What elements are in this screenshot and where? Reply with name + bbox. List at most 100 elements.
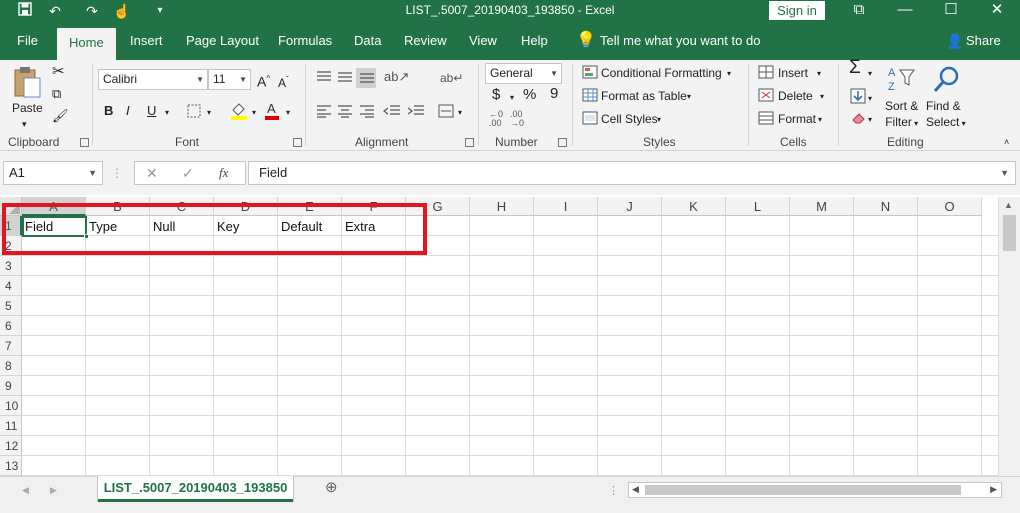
tab-splitter-icon[interactable]: ⋮	[608, 483, 619, 499]
tab-page-layout[interactable]: Page Layout	[186, 31, 259, 51]
save-icon[interactable]	[15, 2, 35, 20]
scroll-left-icon[interactable]: ◀	[632, 484, 639, 495]
delete-cells-dropdown-icon[interactable]: ▾	[820, 89, 824, 105]
confirm-entry-icon[interactable]: ✓	[182, 165, 194, 181]
vertical-scrollbar[interactable]: ▲	[998, 197, 1020, 476]
row-header-10[interactable]: 10	[0, 396, 22, 416]
decrease-decimal-icon[interactable]: .00 →0	[510, 110, 524, 128]
number-format-combo[interactable]: General ▼	[485, 63, 562, 84]
copy-icon[interactable]: ⧉	[52, 86, 61, 102]
column-header-j[interactable]: J	[598, 197, 662, 216]
find-select-button[interactable]: Find & Select ▾	[926, 98, 966, 132]
conditional-formatting-icon[interactable]	[582, 65, 598, 79]
tab-file[interactable]: File	[17, 31, 38, 51]
name-box-dropdown-icon[interactable]: ▼	[88, 162, 97, 184]
tab-help[interactable]: Help	[521, 31, 548, 51]
percent-icon[interactable]: %	[523, 87, 536, 103]
align-right-icon[interactable]	[359, 104, 375, 118]
column-header-l[interactable]: L	[726, 197, 790, 216]
close-button[interactable]: ✕	[974, 0, 1020, 22]
tab-insert[interactable]: Insert	[130, 31, 163, 51]
format-cells-button[interactable]: Format	[778, 111, 816, 127]
paste-icon[interactable]	[12, 66, 42, 98]
expand-formula-bar-icon[interactable]: ▼	[1000, 162, 1009, 184]
name-box[interactable]: A1 ▼	[3, 161, 103, 185]
autosum-icon[interactable]: Σ	[849, 58, 861, 77]
increase-indent-icon[interactable]	[407, 104, 425, 118]
sort-filter-icon[interactable]: A Z	[886, 64, 916, 96]
column-header-h[interactable]: H	[470, 197, 534, 216]
conditional-formatting-dropdown-icon[interactable]: ▾	[727, 66, 731, 82]
row-header-4[interactable]: 4	[0, 276, 22, 296]
insert-cells-dropdown-icon[interactable]: ▾	[817, 66, 821, 82]
align-middle-icon[interactable]	[337, 70, 353, 84]
paste-dropdown-icon[interactable]: ▾	[22, 116, 27, 132]
sort-filter-button[interactable]: Sort & Filter ▾	[885, 98, 918, 132]
column-header-o[interactable]: O	[918, 197, 982, 216]
row-header-6[interactable]: 6	[0, 316, 22, 336]
conditional-formatting-button[interactable]: Conditional Formatting	[601, 65, 722, 81]
autosum-dropdown-icon[interactable]: ▾	[868, 66, 872, 82]
borders-icon[interactable]	[187, 104, 201, 118]
share-button[interactable]: Share	[966, 31, 1001, 51]
increase-font-icon[interactable]: A^	[257, 71, 270, 90]
decrease-indent-icon[interactable]	[383, 104, 401, 118]
formula-bar-splitter-icon[interactable]: ⋮	[111, 165, 123, 181]
row-header-7[interactable]: 7	[0, 336, 22, 356]
row-header-12[interactable]: 12	[0, 436, 22, 456]
currency-dropdown-icon[interactable]: ▾	[510, 90, 514, 106]
row-header-11[interactable]: 11	[0, 416, 22, 436]
decrease-font-icon[interactable]: Aˇ	[278, 72, 289, 91]
delete-cells-icon[interactable]	[758, 88, 774, 102]
prev-sheet-icon[interactable]: ◀	[22, 482, 29, 498]
merge-dropdown-icon[interactable]: ▾	[458, 105, 462, 121]
format-as-table-button[interactable]: Format as Table	[601, 88, 687, 104]
row-header-5[interactable]: 5	[0, 296, 22, 316]
worksheet-grid[interactable]: ABCDEFGHIJKLMNO 1 2 3 4 5 6 7 8 9 10 11 12 13 Field T…	[0, 197, 1020, 476]
minimize-button[interactable]: —	[882, 0, 928, 22]
formula-input[interactable]: Field ▼	[248, 161, 1016, 185]
fill-icon[interactable]	[850, 88, 866, 104]
insert-cells-icon[interactable]	[758, 65, 774, 79]
comma-icon[interactable]: 9	[550, 86, 558, 102]
tab-formulas[interactable]: Formulas	[278, 31, 332, 51]
sign-in-button[interactable]: Sign in	[769, 1, 825, 20]
undo-icon[interactable]: ↶	[45, 2, 65, 20]
clipboard-launcher-icon[interactable]	[80, 138, 89, 147]
font-color-icon[interactable]: A	[264, 101, 280, 121]
cell-styles-button[interactable]: Cell Styles	[601, 111, 658, 127]
tell-me-search[interactable]: Tell me what you want to do	[600, 31, 760, 51]
format-as-table-icon[interactable]	[582, 88, 598, 102]
increase-decimal-icon[interactable]: ←0.00	[489, 110, 503, 128]
tab-view[interactable]: View	[469, 31, 497, 51]
cancel-entry-icon[interactable]: ✕	[146, 165, 158, 181]
find-select-icon[interactable]	[932, 64, 962, 96]
column-header-n[interactable]: N	[854, 197, 918, 216]
font-color-dropdown-icon[interactable]: ▾	[286, 105, 290, 121]
row-header-3[interactable]: 3	[0, 256, 22, 276]
format-cells-dropdown-icon[interactable]: ▾	[818, 112, 822, 128]
fill-color-icon[interactable]	[230, 101, 248, 121]
ribbon-display-options-icon[interactable]: ⧉	[836, 0, 882, 22]
row-header-13[interactable]: 13	[0, 456, 22, 476]
font-launcher-icon[interactable]	[293, 138, 302, 147]
italic-icon[interactable]: I	[126, 103, 130, 119]
customize-toolbar-icon[interactable]: ▾	[150, 2, 170, 20]
underline-dropdown-icon[interactable]: ▾	[165, 105, 169, 121]
format-as-table-dropdown-icon[interactable]: ▾	[687, 89, 691, 105]
orientation-icon[interactable]: ab↗	[384, 69, 409, 85]
scroll-right-icon[interactable]: ▶	[990, 484, 997, 495]
wrap-text-icon[interactable]: ab↵	[440, 70, 463, 86]
font-size-combo[interactable]: 11 ▼	[208, 69, 251, 90]
maximize-button[interactable]: ☐	[928, 0, 974, 22]
sheet-tab-active[interactable]: LIST_.5007_20190403_193850	[98, 476, 293, 502]
collapse-ribbon-icon[interactable]: ˄	[1004, 134, 1009, 150]
column-header-m[interactable]: M	[790, 197, 854, 216]
redo-icon[interactable]: ↷	[82, 2, 102, 20]
align-top-icon[interactable]	[316, 70, 332, 84]
insert-function-icon[interactable]: fx	[219, 165, 228, 181]
touch-mode-icon[interactable]: ☝	[112, 2, 132, 20]
column-header-i[interactable]: I	[534, 197, 598, 216]
merge-center-icon[interactable]	[438, 104, 454, 118]
horizontal-scrollbar[interactable]: ◀ ▶	[628, 482, 1002, 498]
